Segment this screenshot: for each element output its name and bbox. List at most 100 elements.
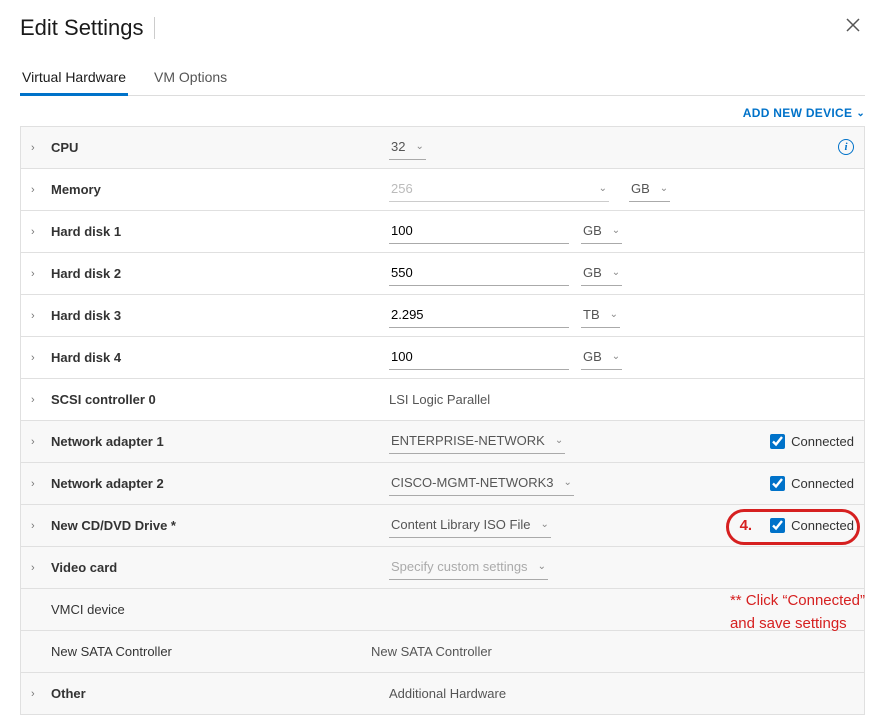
add-device-label: ADD NEW DEVICE [743,106,853,120]
chevron-right-icon[interactable]: › [31,184,49,196]
row-hd1: › Hard disk 1 GB ⌄ [21,211,864,253]
memory-label: Memory [49,182,389,197]
net1-value: ENTERPRISE-NETWORK [391,433,545,448]
cpu-value-area: 32 ⌄ [389,136,854,160]
net1-connected-label: Connected [791,434,854,449]
chevron-right-icon[interactable]: › [31,268,49,280]
scsi-label: SCSI controller 0 [49,392,389,407]
net2-value: CISCO-MGMT-NETWORK3 [391,475,554,490]
sata-value-area: New SATA Controller [371,644,854,659]
chevron-down-icon: ⌄ [612,351,620,362]
memory-input[interactable]: 256 ⌄ [389,178,609,202]
row-memory: › Memory 256 ⌄ GB ⌄ [21,169,864,211]
cd-value-area: Content Library ISO File ⌄ [389,514,740,538]
hd4-unit-select[interactable]: GB ⌄ [581,346,622,370]
hd2-size-input[interactable] [389,262,569,286]
row-hd2: › Hard disk 2 GB ⌄ [21,253,864,295]
row-video: › Video card Specify custom settings ⌄ [21,547,864,589]
hd4-size-input[interactable] [389,346,569,370]
video-value-area: Specify custom settings ⌄ [389,556,854,580]
chevron-down-icon: ⌄ [555,435,563,446]
close-icon[interactable] [841,12,865,43]
hd4-value-area: GB ⌄ [389,346,854,370]
cd-connected-wrap: Connected [770,518,854,533]
cd-label: New CD/DVD Drive * [49,518,389,533]
add-new-device-button[interactable]: ADD NEW DEVICE ⌄ [743,106,865,120]
row-hd3: › Hard disk 3 TB ⌄ [21,295,864,337]
chevron-right-icon[interactable]: › [31,562,49,574]
hd4-unit: GB [583,349,602,364]
tabs-container: Virtual Hardware VM Options [20,61,865,96]
other-value-area: Additional Hardware [389,686,854,701]
net2-label: Network adapter 2 [49,476,389,491]
cpu-value: 32 [391,139,405,154]
other-value: Additional Hardware [389,686,506,701]
hd1-value-area: GB ⌄ [389,220,854,244]
net1-select[interactable]: ENTERPRISE-NETWORK ⌄ [389,430,565,454]
row-other: › Other Additional Hardware [21,673,864,715]
net1-label: Network adapter 1 [49,434,389,449]
row-net2: › Network adapter 2 CISCO-MGMT-NETWORK3 … [21,463,864,505]
memory-value-area: 256 ⌄ GB ⌄ [389,178,854,202]
net2-select[interactable]: CISCO-MGMT-NETWORK3 ⌄ [389,472,574,496]
chevron-down-icon: ⌄ [856,108,865,119]
memory-unit: GB [631,181,650,196]
chevron-down-icon: ⌄ [564,477,572,488]
chevron-right-icon[interactable]: › [31,478,49,490]
dialog-title-wrap: Edit Settings [20,15,155,41]
cd-value: Content Library ISO File [391,517,530,532]
hd3-unit: TB [583,307,600,322]
chevron-down-icon: ⌄ [540,519,548,530]
hd2-unit: GB [583,265,602,280]
net2-connected-wrap: Connected [770,476,854,491]
chevron-right-icon[interactable]: › [31,142,49,154]
annotation-step-number: 4. [740,517,753,534]
chevron-down-icon: ⌄ [599,183,607,194]
chevron-down-icon: ⌄ [612,225,620,236]
tab-virtual-hardware[interactable]: Virtual Hardware [20,61,128,95]
hd1-unit-select[interactable]: GB ⌄ [581,220,622,244]
hd3-unit-select[interactable]: TB ⌄ [581,304,620,328]
row-net1: › Network adapter 1 ENTERPRISE-NETWORK ⌄… [21,421,864,463]
video-value: Specify custom settings [391,559,528,574]
net1-value-area: ENTERPRISE-NETWORK ⌄ [389,430,770,454]
chevron-right-icon[interactable]: › [31,352,49,364]
hd3-size-input[interactable] [389,304,569,328]
chevron-right-icon[interactable]: › [31,436,49,448]
scsi-value: LSI Logic Parallel [389,392,490,407]
hd2-unit-select[interactable]: GB ⌄ [581,262,622,286]
net1-connected-checkbox[interactable] [770,434,785,449]
other-label: Other [49,686,389,701]
hd2-label: Hard disk 2 [49,266,389,281]
hd1-size-input[interactable] [389,220,569,244]
title-divider [154,17,155,39]
row-sata: New SATA Controller New SATA Controller [21,631,864,673]
vmci-label: VMCI device [31,602,371,617]
net2-value-area: CISCO-MGMT-NETWORK3 ⌄ [389,472,770,496]
chevron-right-icon[interactable]: › [31,310,49,322]
hd1-unit: GB [583,223,602,238]
row-cd-dvd: › New CD/DVD Drive * Content Library ISO… [21,505,864,547]
cpu-select[interactable]: 32 ⌄ [389,136,426,160]
memory-unit-select[interactable]: GB ⌄ [629,178,670,202]
chevron-down-icon: ⌄ [415,141,423,152]
cd-connected-label: Connected [791,518,854,533]
chevron-right-icon[interactable]: › [31,688,49,700]
video-select[interactable]: Specify custom settings ⌄ [389,556,548,580]
chevron-right-icon[interactable]: › [31,520,49,532]
cd-connected-checkbox[interactable] [770,518,785,533]
row-hd4: › Hard disk 4 GB ⌄ [21,337,864,379]
row-scsi: › SCSI controller 0 LSI Logic Parallel [21,379,864,421]
net2-connected-checkbox[interactable] [770,476,785,491]
chevron-right-icon[interactable]: › [31,394,49,406]
hd4-label: Hard disk 4 [49,350,389,365]
toolbar: ADD NEW DEVICE ⌄ [20,96,865,126]
scsi-value-area: LSI Logic Parallel [389,392,854,407]
cd-select[interactable]: Content Library ISO File ⌄ [389,514,551,538]
tab-vm-options[interactable]: VM Options [152,61,229,95]
chevron-down-icon: ⌄ [612,267,620,278]
cpu-label: CPU [49,140,389,155]
hd2-value-area: GB ⌄ [389,262,854,286]
info-icon[interactable]: i [838,139,854,155]
chevron-right-icon[interactable]: › [31,226,49,238]
